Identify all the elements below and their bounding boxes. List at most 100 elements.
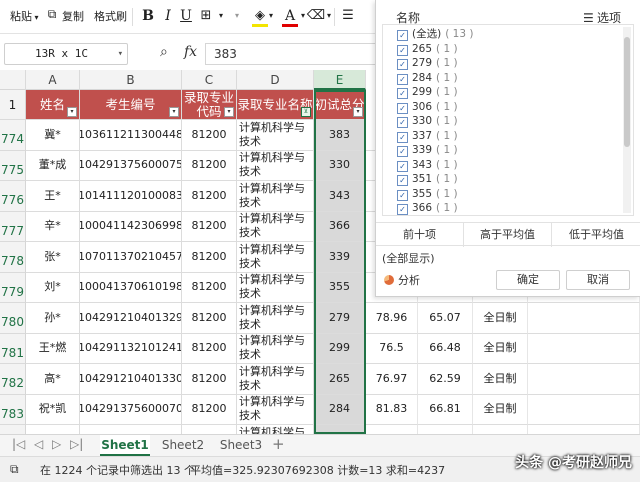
table-cell[interactable]: 辛* xyxy=(26,211,80,242)
italic-button[interactable]: I xyxy=(158,6,178,26)
filter-scrollbar[interactable] xyxy=(623,27,631,213)
filter-list-item[interactable]: ✓ 306( 1 ) xyxy=(397,100,458,115)
table-cell[interactable]: 104291210401329 xyxy=(80,303,182,334)
table-cell[interactable]: 103611211300448 xyxy=(80,120,182,151)
analyze-button[interactable]: 分析 xyxy=(384,272,420,288)
scrollbar-thumb[interactable] xyxy=(624,37,630,147)
chevron-down-icon[interactable]: ▾ xyxy=(266,6,276,26)
table-cell[interactable]: 355 xyxy=(314,272,366,303)
table-cell[interactable]: 101411120100083 xyxy=(80,181,182,212)
table-cell[interactable]: 76.5 xyxy=(366,333,418,364)
table-cell[interactable]: 66.48 xyxy=(418,333,473,364)
table-cell[interactable]: 104291210401330 xyxy=(80,364,182,395)
sheet-tab-3[interactable]: Sheet3 xyxy=(216,435,266,456)
checkbox-checked-icon[interactable]: ✓ xyxy=(397,175,408,186)
table-cell[interactable]: 81200 xyxy=(182,394,237,425)
table-cell[interactable]: 100041142306998 xyxy=(80,211,182,242)
row-header[interactable]: 775 xyxy=(0,150,26,181)
table-cell[interactable]: 299 xyxy=(314,333,366,364)
table-cell[interactable]: 100041370610198 xyxy=(80,272,182,303)
table-cell[interactable]: 81200 xyxy=(182,303,237,334)
cancel-button[interactable]: 取消 xyxy=(566,270,630,290)
row-header[interactable]: 776 xyxy=(0,181,26,212)
row-header[interactable]: 778 xyxy=(0,242,26,273)
border-icon[interactable]: ⊞ xyxy=(196,6,216,26)
table-cell[interactable]: 81200 xyxy=(182,211,237,242)
formula-input[interactable]: 383 xyxy=(205,43,377,65)
table-cell[interactable]: 339 xyxy=(314,242,366,273)
add-sheet-icon[interactable]: + xyxy=(272,435,285,453)
table-cell[interactable]: 65.07 xyxy=(418,303,473,334)
filter-dropdown-icon[interactable]: ▾ xyxy=(67,107,77,117)
table-cell[interactable]: 76.97 xyxy=(366,364,418,395)
filter-list-item[interactable]: ✓ 284( 1 ) xyxy=(397,71,458,86)
column-header-c[interactable]: C xyxy=(182,70,237,90)
table-cell[interactable] xyxy=(528,333,640,364)
below-average-button[interactable]: 低于平均值 xyxy=(552,223,640,247)
align-left-icon[interactable]: ☰ xyxy=(338,6,358,26)
table-cell[interactable]: 81200 xyxy=(182,272,237,303)
table-cell[interactable]: 81200 xyxy=(182,364,237,395)
table-cell[interactable]: 全日制 xyxy=(473,303,528,334)
table-cell[interactable]: 81.83 xyxy=(366,394,418,425)
checkbox-checked-icon[interactable]: ✓ xyxy=(397,131,408,143)
sheet-tab-2[interactable]: Sheet2 xyxy=(158,435,208,456)
table-cell[interactable]: 81200 xyxy=(182,333,237,364)
ok-button[interactable]: 确定 xyxy=(496,270,560,290)
filter-list-item[interactable]: ✓ 343( 1 ) xyxy=(397,158,458,173)
paste-button[interactable]: 粘贴 ▾ xyxy=(10,7,39,27)
filter-list-item[interactable]: ✓ 337( 1 ) xyxy=(397,129,458,144)
table-cell[interactable]: 计算机科学与技术 xyxy=(237,425,314,434)
show-all-label[interactable]: (全部显示) xyxy=(382,250,435,266)
table-cell[interactable]: 王* xyxy=(26,181,80,212)
table-cell[interactable] xyxy=(182,425,237,434)
row-header[interactable]: 780 xyxy=(0,303,26,334)
table-cell[interactable]: 81200 xyxy=(182,150,237,181)
table-cell[interactable]: 计算机科学与技术 xyxy=(237,181,314,212)
top-ten-button[interactable]: 前十项 xyxy=(376,223,464,247)
font-color-button[interactable]: A xyxy=(280,6,300,26)
fx-icon[interactable]: fx xyxy=(184,44,197,60)
filter-list-item[interactable]: ✓ 299( 1 ) xyxy=(397,85,458,100)
filter-dropdown-icon[interactable]: ▾ xyxy=(169,107,179,117)
row-header[interactable]: 779 xyxy=(0,272,26,303)
filter-dropdown-icon[interactable]: ▾ xyxy=(353,107,363,117)
table-cell[interactable]: 计算机科学与技术 xyxy=(237,333,314,364)
checkbox-checked-icon[interactable]: ✓ xyxy=(397,30,408,41)
table-cell[interactable]: 81200 xyxy=(182,242,237,273)
format-painter-button[interactable]: 格式刷 xyxy=(94,7,127,27)
chevron-down-icon[interactable]: ▾ xyxy=(324,6,334,26)
row-header[interactable]: 777 xyxy=(0,211,26,242)
header-cell[interactable]: 录取专业名称 ⊻ xyxy=(237,90,314,120)
column-header-b[interactable]: B xyxy=(80,70,182,90)
table-cell[interactable] xyxy=(314,425,366,434)
table-cell[interactable]: 81200 xyxy=(182,181,237,212)
name-box[interactable]: 13R x 1C ▾ xyxy=(4,43,128,65)
table-cell[interactable]: 104291375600075 xyxy=(80,150,182,181)
table-cell[interactable] xyxy=(528,394,640,425)
filter-list-item[interactable]: ✓ (全选)( 13 ) xyxy=(397,27,473,42)
table-cell[interactable] xyxy=(80,425,182,434)
checkbox-checked-icon[interactable]: ✓ xyxy=(397,189,408,201)
row-header[interactable]: 1 xyxy=(0,90,26,120)
table-cell[interactable]: 284 xyxy=(314,394,366,425)
checkbox-checked-icon[interactable]: ✓ xyxy=(397,59,408,70)
table-cell[interactable]: 计算机科学与技术 xyxy=(237,242,314,273)
table-cell[interactable]: 366 xyxy=(314,211,366,242)
column-header-e[interactable]: E xyxy=(314,70,366,90)
row-header[interactable] xyxy=(0,425,26,434)
copy-button[interactable]: 复制 xyxy=(62,7,84,27)
table-cell[interactable]: 计算机科学与技术 xyxy=(237,394,314,425)
column-header-d[interactable]: D xyxy=(237,70,314,90)
worksheet-grid[interactable]: A B C D E 1 姓名 ▾ 考生编号 ▾ 录取专业代码 ▾ 录取专业名称 ⊻ 初试总分 ▾ 77… xyxy=(0,70,366,434)
header-cell[interactable]: 考生编号 ▾ xyxy=(80,90,182,120)
column-header-a[interactable]: A xyxy=(26,70,80,90)
table-cell[interactable] xyxy=(528,303,640,334)
filter-list-item[interactable]: ✓ 339( 1 ) xyxy=(397,143,458,158)
table-cell[interactable]: 董*成 xyxy=(26,150,80,181)
table-cell[interactable]: 全日制 xyxy=(473,333,528,364)
table-cell[interactable] xyxy=(528,364,640,395)
table-cell[interactable]: 330 xyxy=(314,150,366,181)
table-cell[interactable]: 343 xyxy=(314,181,366,212)
filter-list-item[interactable]: ✓ 279( 1 ) xyxy=(397,56,458,71)
